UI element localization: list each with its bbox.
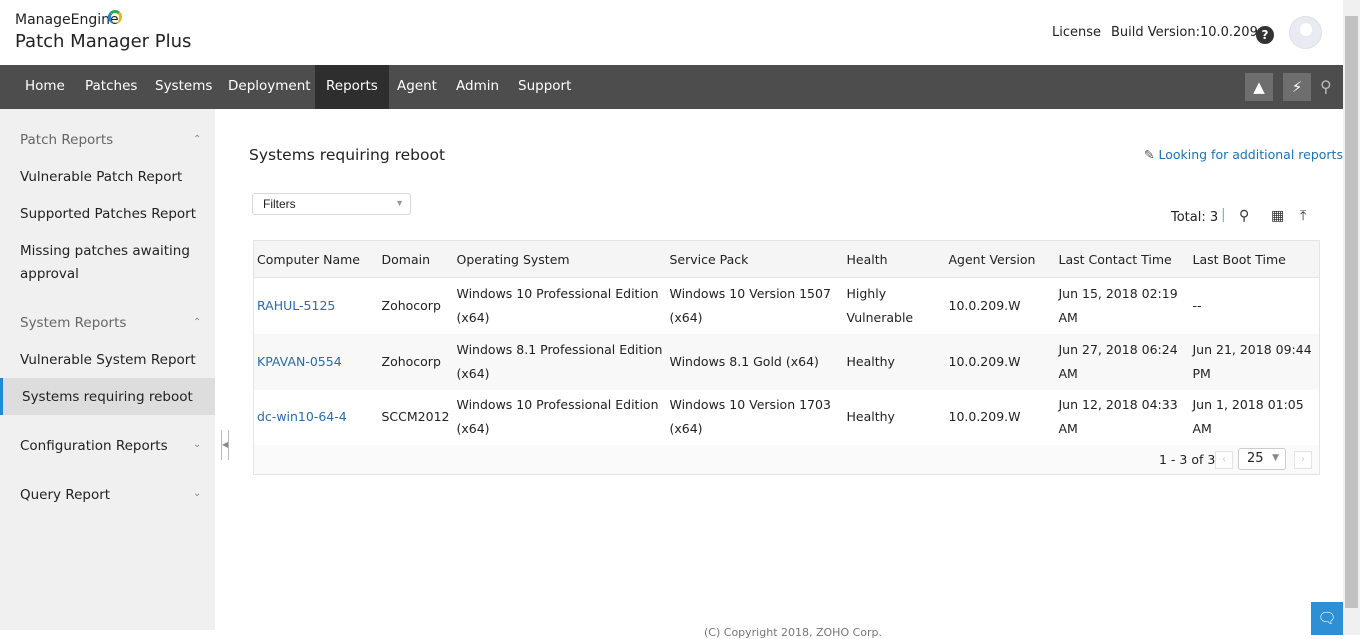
brand-logo: ManageEngine [15, 12, 119, 28]
dropdown-arrow-icon: ▼ [395, 198, 404, 208]
copyright: (C) Copyright 2018, ZOHO Corp. [704, 626, 883, 639]
domain-cell: Zohocorp [381, 297, 441, 313]
service-pack-cell: Windows 8.1 Gold (x64) [666, 333, 844, 390]
per-page-value: 25 [1247, 451, 1264, 466]
col-last-boot[interactable]: Last Boot Time [1189, 240, 1320, 278]
health-cell: Healthy [843, 333, 946, 390]
os-cell: Windows 10 Professional Edition (x64) [456, 397, 659, 437]
license-link[interactable]: License [1052, 25, 1101, 40]
last-boot-cell: Jun 1, 2018 01:05 AM [1192, 397, 1304, 437]
col-operating-system[interactable]: Operating System [453, 240, 667, 278]
per-page-select[interactable]: 25 ▼ [1238, 448, 1286, 470]
next-page-button[interactable]: › [1294, 451, 1312, 469]
filters-dropdown[interactable]: Filters ▼ [252, 193, 411, 215]
col-domain[interactable]: Domain [378, 240, 454, 278]
domain-cell: Zohocorp [378, 333, 454, 390]
export-icon[interactable]: ⤒ [1300, 208, 1306, 224]
nav-admin[interactable]: Admin [445, 65, 510, 109]
chevron-up-icon[interactable]: ⌃ [193, 134, 201, 145]
sidebar-item-systems-reboot[interactable]: Systems requiring reboot [22, 386, 193, 409]
scrollbar[interactable] [1343, 0, 1360, 635]
service-pack-cell: Windows 10 Version 1507 (x64) [669, 285, 831, 325]
additional-reports-label: Looking for additional reports? [1158, 147, 1350, 162]
col-health[interactable]: Health [843, 240, 946, 278]
help-icon[interactable]: ? [1256, 26, 1274, 44]
computer-link[interactable]: RAHUL-5125 [257, 298, 335, 313]
filters-label: Filters [263, 197, 296, 211]
prev-page-button[interactable]: ‹ [1215, 451, 1233, 469]
sidebar-item-missing-patches[interactable]: Missing patches awaiting approval [20, 240, 190, 286]
table-pagination: 1 - 3 of 3 ‹ 25 ▼ › [253, 445, 1320, 475]
column-chooser-icon[interactable]: ▦ [1271, 208, 1284, 224]
nav-deployment[interactable]: Deployment [217, 65, 322, 109]
sidebar-group-system-reports[interactable]: System Reports [20, 312, 126, 335]
nav-agent[interactable]: Agent [386, 65, 448, 109]
chat-icon[interactable]: 🗨 [1311, 602, 1343, 635]
page-info: 1 - 3 of 3 [1159, 452, 1216, 467]
last-boot-cell: -- [1192, 297, 1202, 313]
service-pack-cell: Windows 10 Version 1703 (x64) [669, 397, 831, 437]
agent-version-cell: 10.0.209.W [948, 409, 1021, 425]
agent-version-cell: 10.0.209.W [945, 333, 1056, 390]
sidebar-group-patch-reports[interactable]: Patch Reports [20, 129, 113, 152]
logo-arc-icon [108, 10, 122, 24]
last-contact-cell: Jun 27, 2018 06:24 AM [1055, 333, 1190, 390]
rocket-icon[interactable]: ▲ [1245, 73, 1273, 101]
last-boot-cell: Jun 21, 2018 09:44 PM [1189, 333, 1320, 390]
last-contact-cell: Jun 12, 2018 04:33 AM [1058, 397, 1178, 437]
nav-systems[interactable]: Systems [144, 65, 223, 109]
computer-link[interactable]: dc-win10-64-4 [257, 409, 347, 424]
nav-reports[interactable]: Reports [315, 65, 389, 109]
avatar[interactable] [1289, 16, 1322, 49]
header: ManageEngine Patch Manager Plus License … [0, 0, 1343, 65]
main-nav: Home Patches Systems Deployment Reports … [0, 65, 1343, 109]
agent-version-cell: 10.0.209.W [948, 297, 1021, 313]
last-contact-cell: Jun 15, 2018 02:19 AM [1058, 285, 1178, 325]
chevron-down-icon[interactable]: ⌄ [193, 488, 201, 499]
total-count: Total: 3 [1171, 210, 1219, 225]
search-icon[interactable]: ⚲ [1239, 208, 1249, 224]
product-name[interactable]: Patch Manager Plus [15, 31, 191, 52]
col-agent-version[interactable]: Agent Version [945, 240, 1056, 278]
nav-home[interactable]: Home [14, 65, 76, 109]
sidebar-item-supported-patches[interactable]: Supported Patches Report [20, 203, 196, 226]
scrollbar-thumb[interactable] [1345, 16, 1358, 608]
computer-link[interactable]: KPAVAN-0554 [257, 354, 342, 369]
table-row: RAHUL-5125 Zohocorp Windows 10 Professio… [254, 278, 1320, 334]
domain-cell: SCCM2012 [381, 409, 450, 425]
additional-reports-link[interactable]: ✎ Looking for additional reports? [1144, 147, 1350, 162]
dropdown-arrow-icon: ▼ [1272, 453, 1279, 463]
health-cell: Highly Vulnerable [846, 285, 914, 325]
nav-support[interactable]: Support [507, 65, 582, 109]
lightning-icon[interactable]: ⚡ [1283, 73, 1311, 101]
missing-line-2: approval [20, 266, 79, 282]
table-row: dc-win10-64-4 SCCM2012 Windows 10 Profes… [254, 390, 1320, 446]
os-cell: Windows 10 Professional Edition (x64) [456, 285, 659, 325]
page-title: Systems requiring reboot [249, 146, 446, 164]
report-table: Computer Name Domain Operating System Se… [253, 240, 1320, 446]
nav-patches[interactable]: Patches [74, 65, 148, 109]
sidebar-collapse-handle[interactable]: ◀ [221, 430, 229, 460]
table-row: KPAVAN-0554 Zohocorp Windows 8.1 Profess… [253, 333, 1320, 390]
sidebar-item-vulnerable-patch[interactable]: Vulnerable Patch Report [20, 166, 182, 189]
health-cell: Healthy [846, 409, 895, 425]
sidebar-item-vulnerable-system[interactable]: Vulnerable System Report [20, 349, 196, 372]
missing-line-1: Missing patches awaiting [20, 243, 190, 259]
os-cell: Windows 8.1 Professional Edition (x64) [453, 333, 667, 390]
chevron-up-icon[interactable]: ⌃ [193, 317, 201, 328]
search-icon[interactable]: ⚲ [1320, 77, 1332, 96]
build-version: Build Version:10.0.209 [1111, 25, 1258, 40]
chevron-down-icon[interactable]: ⌄ [193, 439, 201, 450]
col-last-contact[interactable]: Last Contact Time [1055, 240, 1190, 278]
sidebar-group-configuration[interactable]: Configuration Reports [20, 435, 168, 458]
sidebar-group-query[interactable]: Query Report [20, 484, 110, 507]
col-service-pack[interactable]: Service Pack [666, 240, 844, 278]
col-computer-name[interactable]: Computer Name [253, 240, 379, 278]
divider: | [1221, 207, 1226, 223]
edit-note-icon: ✎ [1144, 147, 1155, 162]
sidebar: Patch Reports ⌃ Vulnerable Patch Report … [0, 109, 215, 630]
